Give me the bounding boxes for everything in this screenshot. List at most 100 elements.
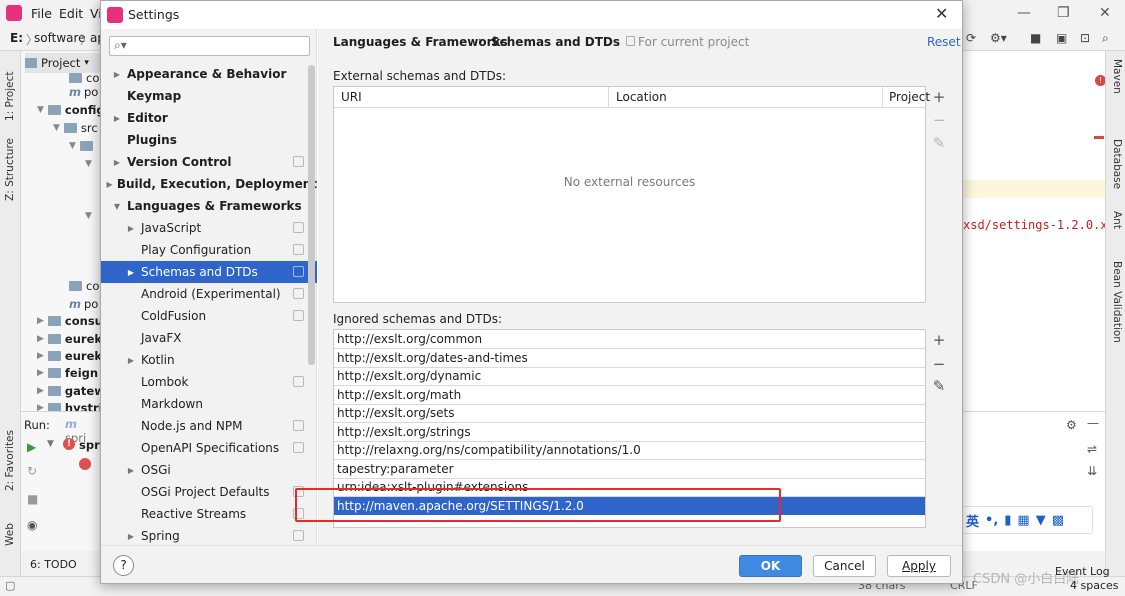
tool-window-web[interactable]: Web: [4, 523, 16, 546]
add-icon[interactable]: +: [928, 86, 950, 108]
ime-keyboard-icon[interactable]: ▦: [1017, 513, 1029, 528]
chevron-right-icon[interactable]: ▶: [125, 224, 137, 233]
nav-item-play-configuration[interactable]: Play Configuration: [101, 239, 317, 261]
nav-item-lombok[interactable]: Lombok: [101, 371, 317, 393]
tool-window-database[interactable]: Database: [1111, 139, 1123, 189]
ime-lang[interactable]: 英: [966, 511, 979, 530]
ignored-schema-row[interactable]: http://exslt.org/dynamic: [334, 367, 925, 386]
chevron-down-icon[interactable]: ▼: [111, 202, 123, 211]
tool-window-maven[interactable]: Maven: [1111, 59, 1123, 94]
scroll-end-icon[interactable]: ⇊: [1087, 464, 1097, 478]
edit-icon[interactable]: ✎: [928, 132, 950, 154]
nav-folder-software[interactable]: software: [34, 31, 86, 45]
tree-item[interactable]: ▶ consu: [37, 312, 103, 330]
chevron-right-icon[interactable]: ▶: [125, 356, 137, 365]
ignored-schema-row[interactable]: tapestry:parameter: [334, 460, 925, 479]
ok-button[interactable]: OK: [739, 555, 802, 577]
ignored-schema-row[interactable]: http://exslt.org/common: [334, 330, 925, 349]
chevron-right-icon[interactable]: ▶: [125, 268, 137, 277]
ime-skin-icon[interactable]: ▼: [1036, 513, 1046, 528]
nav-item-osgi-project-defaults[interactable]: OSGi Project Defaults: [101, 481, 317, 503]
status-indent[interactable]: 4 spaces: [1070, 579, 1119, 592]
ignored-schema-row[interactable]: http://relaxng.org/ns/compatibility/anno…: [334, 441, 925, 460]
dialog-titlebar[interactable]: Settings ✕: [101, 1, 962, 29]
close-window-icon[interactable]: ✕: [1099, 5, 1111, 21]
remove-icon[interactable]: −: [928, 109, 950, 131]
ime-tools-icon[interactable]: ▩: [1052, 513, 1064, 528]
ignored-schema-row[interactable]: http://exslt.org/strings: [334, 423, 925, 442]
nav-item-editor[interactable]: ▶ Editor: [101, 107, 317, 129]
chevron-right-icon[interactable]: ▶: [106, 180, 113, 189]
nav-item-reactive-streams[interactable]: Reactive Streams: [101, 503, 317, 525]
column-uri[interactable]: URI: [334, 87, 609, 108]
tool-window-structure[interactable]: Z: Structure: [4, 138, 16, 201]
tool-window-ant[interactable]: Ant: [1111, 211, 1123, 229]
chevron-right-icon[interactable]: ▶: [111, 70, 123, 79]
nav-item-appearance-behavior[interactable]: ▶ Appearance & Behavior: [101, 63, 317, 85]
git-update-icon[interactable]: ⟳: [966, 31, 976, 45]
ignored-schema-row[interactable]: http://exslt.org/dates-and-times: [334, 349, 925, 368]
menu-edit[interactable]: Edit: [59, 6, 83, 21]
nav-item-javafx[interactable]: JavaFX: [101, 327, 317, 349]
settings-search-input[interactable]: ⌕▾: [109, 36, 310, 56]
tool-window-favorites[interactable]: 2: Favorites: [4, 430, 16, 491]
tree-item[interactable]: m po: [69, 83, 98, 101]
git-branch-icon[interactable]: ⚙▾: [990, 31, 1007, 45]
project-structure-icon[interactable]: ▣: [1056, 31, 1067, 45]
tree-toggle[interactable]: ▼: [85, 207, 96, 225]
nav-item-plugins[interactable]: Plugins: [101, 129, 317, 151]
hide-panel-icon[interactable]: —: [1087, 416, 1099, 430]
nav-item-version-control[interactable]: ▶ Version Control: [101, 151, 317, 173]
external-schemas-table[interactable]: URI Location Project No external resourc…: [333, 86, 949, 303]
add-icon[interactable]: +: [928, 329, 950, 351]
minimize-icon[interactable]: —: [1017, 5, 1031, 21]
tree-item[interactable]: ▶ feign: [37, 364, 98, 382]
apply-button[interactable]: Apply: [887, 555, 951, 577]
tree-item[interactable]: m po: [69, 295, 98, 313]
reset-link[interactable]: Reset: [927, 35, 961, 49]
edit-icon[interactable]: ✎: [928, 375, 950, 397]
chevron-right-icon[interactable]: ▶: [111, 114, 123, 123]
nav-item-build-execution-deployment[interactable]: ▶ Build, Execution, Deployment: [101, 173, 317, 195]
tool-window-bean-validation[interactable]: Bean Validation: [1111, 261, 1123, 343]
cancel-button[interactable]: Cancel: [813, 555, 876, 577]
nav-item-keymap[interactable]: Keymap: [101, 85, 317, 107]
tree-item[interactable]: ▶ eurek: [37, 330, 102, 348]
ignored-schema-row[interactable]: http://exslt.org/math: [334, 386, 925, 405]
chevron-right-icon[interactable]: ▶: [125, 466, 137, 475]
tree-toggle[interactable]: ▼: [85, 155, 96, 173]
nav-item-languages-frameworks[interactable]: ▼ Languages & Frameworks: [101, 195, 317, 217]
nav-item-spring[interactable]: ▶ Spring: [101, 525, 317, 547]
menu-file[interactable]: File: [31, 6, 52, 21]
nav-scrollbar[interactable]: [308, 65, 315, 365]
tree-item[interactable]: ▼ config: [37, 101, 105, 119]
close-icon[interactable]: ✕: [935, 4, 948, 23]
nav-item-android-experimental[interactable]: Android (Experimental): [101, 283, 317, 305]
nav-item-node-js-and-npm[interactable]: Node.js and NPM: [101, 415, 317, 437]
chevron-right-icon[interactable]: ▶: [125, 532, 137, 541]
tree-item[interactable]: ▼: [69, 137, 97, 155]
terminal-icon[interactable]: ⊡: [1080, 31, 1090, 45]
rerun-icon[interactable]: ↻: [27, 464, 37, 478]
remove-icon[interactable]: −: [928, 353, 950, 375]
nav-item-javascript[interactable]: ▶ JavaScript: [101, 217, 317, 239]
tool-window-project[interactable]: 1: Project: [4, 72, 16, 121]
nav-item-osgi[interactable]: ▶ OSGi: [101, 459, 317, 481]
search-everywhere-icon[interactable]: ⌕: [1102, 31, 1109, 46]
soft-wrap-icon[interactable]: ⇌: [1087, 442, 1097, 456]
tree-item[interactable]: ▶ eurek: [37, 347, 102, 365]
column-project[interactable]: Project: [883, 87, 930, 108]
view-icon[interactable]: ◉: [27, 518, 37, 532]
nav-item-markdown[interactable]: Markdown: [101, 393, 317, 415]
nav-item-kotlin[interactable]: ▶ Kotlin: [101, 349, 317, 371]
nav-drive[interactable]: E:: [10, 31, 23, 45]
ime-punct-icon[interactable]: •,: [985, 513, 998, 528]
ignored-schema-row[interactable]: http://exslt.org/sets: [334, 404, 925, 423]
todo-tab[interactable]: 6: TODO: [30, 558, 77, 571]
tree-item[interactable]: ▶ gatew: [37, 382, 105, 400]
tree-item[interactable]: ▼ src: [53, 119, 98, 137]
maximize-icon[interactable]: ❐: [1057, 5, 1070, 21]
stop-icon[interactable]: ■: [27, 492, 38, 506]
error-stripe-icon[interactable]: [1094, 136, 1104, 139]
tree-item[interactable]: co: [69, 277, 99, 295]
